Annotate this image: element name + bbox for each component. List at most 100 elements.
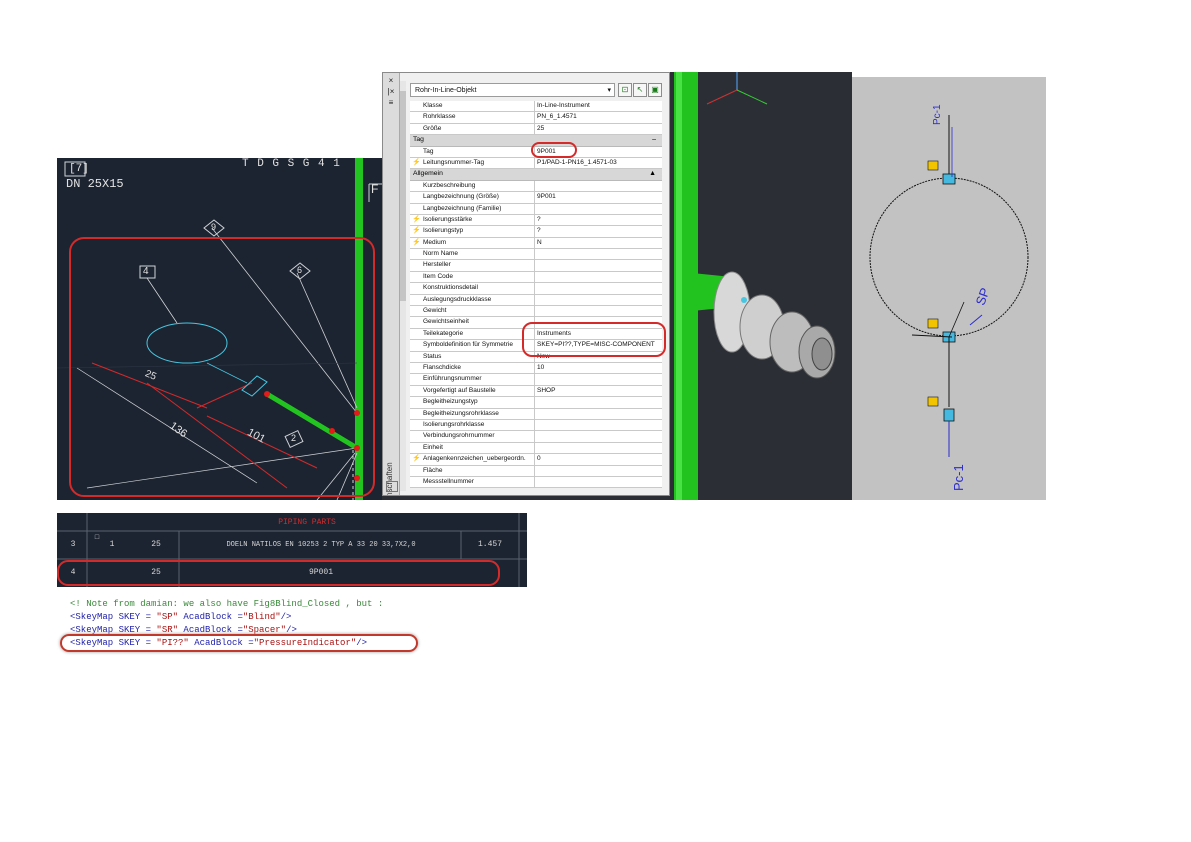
toggle-pickadd-icon[interactable]: ▣ — [648, 83, 662, 97]
property-value[interactable] — [534, 397, 663, 408]
property-label: Größe — [423, 124, 442, 132]
property-row[interactable]: Vorgefertigt auf Baustelle SHOP — [410, 385, 663, 398]
collapse-toggle-icon[interactable]: ▲ — [649, 169, 656, 179]
property-label: Rohrklasse — [423, 113, 456, 121]
property-value[interactable] — [534, 442, 663, 454]
property-label: Isolierungsstärke — [423, 215, 473, 223]
iso-tag-4: 4 — [143, 266, 149, 277]
object-type-value: Rohr-In-Line-Objekt — [415, 87, 477, 94]
property-value[interactable] — [534, 283, 663, 294]
property-row[interactable]: Klasse In-Line-Instrument — [410, 101, 663, 113]
property-label: Einheit — [423, 443, 443, 451]
isometric-drawing-view[interactable]: [7] DN 25X15 T D G S G 4 1 F 4 9 6 2 25 … — [57, 158, 382, 500]
property-value[interactable]: ? — [534, 226, 663, 237]
property-row[interactable]: Hersteller — [410, 260, 663, 272]
property-value[interactable] — [534, 374, 663, 385]
property-value[interactable] — [534, 203, 663, 214]
property-row[interactable]: Einheit — [410, 442, 663, 455]
iso-header-size: DN 25X15 — [66, 177, 124, 191]
property-value[interactable]: 25 — [534, 123, 663, 135]
property-value[interactable]: P1/PAD-1-PN16_1.4571-03 — [534, 157, 663, 169]
property-value[interactable]: N — [534, 237, 663, 249]
property-row[interactable]: ⚡ Medium N — [410, 237, 663, 250]
palette-properties-menu-button[interactable]: ≡ — [386, 98, 396, 107]
object-type-select[interactable]: Rohr-In-Line-Objekt ▾ — [410, 83, 615, 97]
property-value[interactable] — [534, 180, 663, 192]
property-row[interactable]: ⚡ Isolierungsstärke? — [410, 214, 663, 227]
select-objects-icon[interactable]: ↖ — [633, 83, 647, 97]
property-label: Flanschdicke — [423, 363, 461, 371]
property-label: Teilekategorie — [423, 329, 464, 337]
property-row[interactable]: Isolierungsrohrklasse — [410, 419, 663, 432]
property-value[interactable] — [534, 419, 663, 431]
bom-header: PIPING PARTS — [278, 518, 336, 527]
property-label: Langbezeichnung (Größe) — [423, 193, 499, 201]
property-row[interactable]: ⚡ Isolierungstyp? — [410, 226, 663, 238]
lightning-icon: ⚡ — [412, 227, 421, 235]
quick-select-icon[interactable]: ⊡ — [618, 83, 632, 97]
property-row[interactable]: Fläche — [410, 465, 663, 477]
palette-resize-icon[interactable] — [386, 481, 398, 492]
property-label: Hersteller — [423, 261, 451, 269]
property-value[interactable] — [534, 306, 663, 317]
property-row[interactable]: Verbindungsrohrnummer — [410, 431, 663, 443]
bom-row2-pos: 4 — [70, 568, 76, 577]
instrument-ellipse — [146, 322, 228, 364]
property-row[interactable]: Flanschdicke 10 — [410, 362, 663, 375]
property-row[interactable]: Langbezeichnung (Größe) 9P001 — [410, 192, 663, 204]
property-value[interactable]: ? — [534, 214, 663, 226]
property-row[interactable]: ⚡ Leitungsnummer-Tag P1/PAD-1-PN16_1.4571-… — [410, 157, 663, 170]
iso-top-label: T D G S G 4 1 — [242, 158, 341, 170]
property-value[interactable] — [534, 476, 663, 488]
property-label: Messstellnummer — [423, 477, 474, 485]
property-row[interactable]: Begleitheizungsrohrklasse — [410, 408, 663, 420]
palette-scroll-thumb[interactable] — [400, 91, 406, 301]
chevron-down-icon: ▾ — [607, 87, 611, 94]
property-value[interactable]: In-Line-Instrument — [534, 101, 663, 112]
property-value[interactable]: SHOP — [534, 385, 663, 397]
property-section[interactable]: Allgemein ▲ — [410, 169, 662, 181]
property-value[interactable] — [534, 431, 663, 442]
collapse-toggle-icon[interactable]: – — [652, 135, 656, 145]
property-value[interactable]: 9P001 — [534, 192, 663, 203]
properties-palette[interactable]: × |× ≡ Eigenschaften Rohr-In-Line-Objekt… — [382, 72, 670, 496]
property-value[interactable]: 10 — [534, 362, 663, 374]
property-label: Auslegungsdruckklasse — [423, 295, 492, 303]
property-label: Anlagenkennzeichen_uebergeordn. — [423, 455, 526, 463]
property-row[interactable]: Langbezeichnung (Familie) — [410, 203, 663, 215]
property-label: Medium — [423, 238, 447, 246]
property-value[interactable] — [534, 294, 663, 306]
property-row[interactable]: Gewicht — [410, 306, 663, 318]
symbol-label-bottom: Pc-1 — [951, 464, 966, 491]
property-row[interactable]: Einführungsnummer — [410, 374, 663, 386]
property-row[interactable]: Größe 25 — [410, 123, 663, 136]
property-value[interactable] — [534, 249, 663, 260]
palette-autohide-button[interactable]: |× — [386, 87, 396, 96]
property-label: Langbezeichnung (Familie) — [423, 204, 502, 212]
symbol-canvas — [869, 115, 1029, 457]
property-row[interactable]: Item Code — [410, 271, 663, 284]
palette-scrollbar[interactable] — [400, 81, 406, 491]
property-row[interactable]: Begleitheizungstyp — [410, 397, 663, 409]
property-value[interactable]: PN_6_1.4571 — [534, 112, 663, 123]
property-row[interactable]: Norm Name — [410, 249, 663, 261]
property-row[interactable]: Kurzbeschreibung — [410, 180, 663, 193]
property-row[interactable]: Auslegungsdruckklasse — [410, 294, 663, 307]
property-value[interactable] — [534, 260, 663, 271]
property-label: Leitungsnummer-Tag — [423, 158, 485, 166]
symbol-2d-view[interactable]: Pc-1 SP Pc-1 — [852, 77, 1046, 500]
bom-row1-value: 1.457 — [477, 540, 502, 549]
iso-tag-6: 6 — [297, 265, 303, 275]
property-row[interactable]: ⚡ Anlagenkennzeichen_uebergeordn. 0 — [410, 454, 663, 466]
property-value[interactable] — [534, 465, 663, 476]
property-row[interactable]: Konstruktionsdetail — [410, 283, 663, 295]
property-value[interactable]: 0 — [534, 454, 663, 465]
palette-close-button[interactable]: × — [386, 76, 396, 85]
property-value[interactable] — [534, 271, 663, 283]
property-row[interactable]: Rohrklasse PN_6_1.4571 — [410, 112, 663, 124]
lightning-icon: ⚡ — [412, 158, 421, 166]
bom-row1-pos: 3 — [70, 540, 76, 549]
property-value[interactable] — [534, 408, 663, 419]
property-row[interactable]: Messstellnummer — [410, 476, 663, 489]
property-label: Vorgefertigt auf Baustelle — [423, 386, 496, 394]
